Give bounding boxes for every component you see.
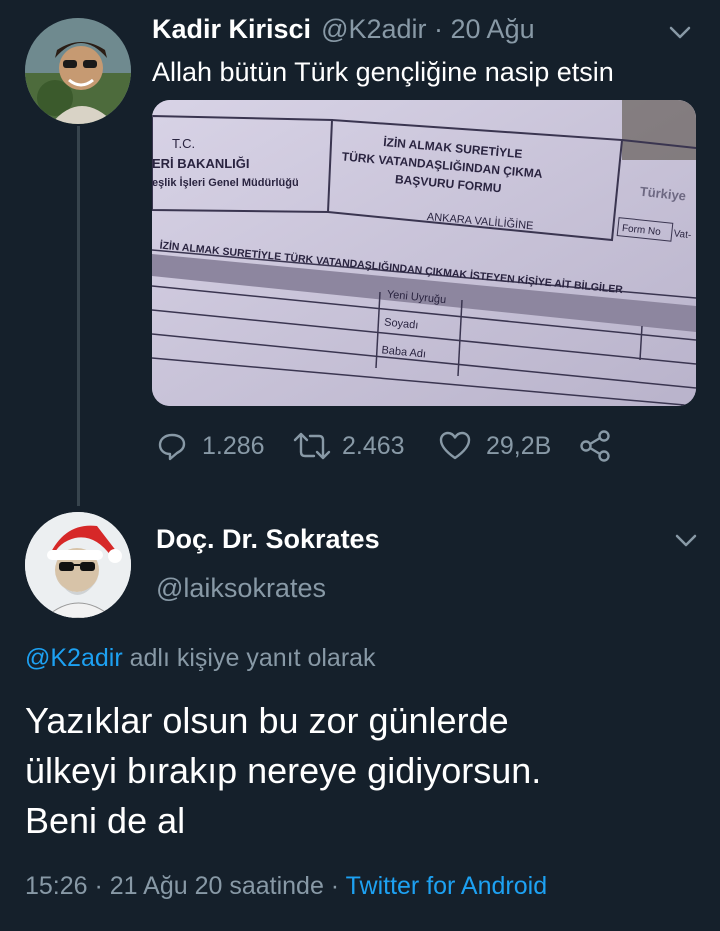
like-icon [439,431,471,460]
reply-button[interactable]: 1.286 [156,428,265,464]
reply-text: Yazıklar olsun bu zor günlerde ülkeyi bı… [25,696,705,846]
reply-text-line-3: Beni de al [25,800,186,841]
reply-meta: 15:26 · 21 Ağu 20 saatinde · Twitter for… [25,872,547,901]
socrates-avatar [25,512,131,618]
retweet-icon [293,432,331,460]
reply-author-handle[interactable]: @laiksokrates [156,573,326,604]
form-tc-text: T.C. [172,136,195,151]
replying-to-user-link[interactable]: @K2adir [25,644,123,672]
reply-count: 1.286 [202,431,265,460]
author-handle-time[interactable]: @K2adir · 20 Ağu [321,14,535,45]
chevron-down-icon [669,26,691,39]
reply-text-line-1: Yazıklar olsun bu zor günlerde [25,700,509,741]
reply-author-name[interactable]: Doç. Dr. Sokrates [156,524,380,555]
reply-menu-button[interactable] [672,526,700,559]
share-icon [580,430,610,462]
author-name[interactable]: Kadir Kirisci [152,14,311,45]
replying-to-suffix: adlı kişiye yanıt olarak [122,644,376,672]
thread-connector-line [77,126,80,506]
reply-timestamp[interactable]: 15:26 · 21 Ağu 20 saatinde · [25,872,346,900]
reply-icon [158,433,186,461]
retweet-button[interactable]: 2.463 [292,428,405,464]
reply-text-line-2: ülkeyi bırakıp nereye gidiyorsun. [25,750,542,791]
form-ministry-text: ERİ BAKANLIĞI [152,156,250,171]
like-button[interactable]: 29,2B [438,428,551,464]
form-photo: T.C. ERİ BAKANLIĞI eşlik İşleri Genel Mü… [152,100,696,406]
reply-source-link[interactable]: Twitter for Android [346,872,547,900]
tweet-text: Allah bütün Türk gençliğine nasip etsin [152,57,614,87]
tweet-header: Kadir Kirisci @K2adir · 20 Ağu [152,14,535,50]
tweet-menu-button[interactable] [666,18,694,51]
reply-author-avatar[interactable] [25,512,131,618]
like-count: 29,2B [486,431,552,460]
share-button[interactable] [578,428,612,464]
form-no-2-text: Vat- [673,228,692,241]
replying-to-line: @K2adir adlı kişiye yanıt olarak [25,644,376,673]
avatar-photo [25,18,131,124]
chevron-down-icon [675,534,697,547]
retweet-count: 2.463 [342,431,405,460]
tweet-media-image[interactable]: T.C. ERİ BAKANLIĞI eşlik İşleri Genel Mü… [152,100,696,406]
author-avatar[interactable] [25,18,131,124]
form-directorate-text: eşlik İşleri Genel Müdürlüğü [152,176,299,189]
